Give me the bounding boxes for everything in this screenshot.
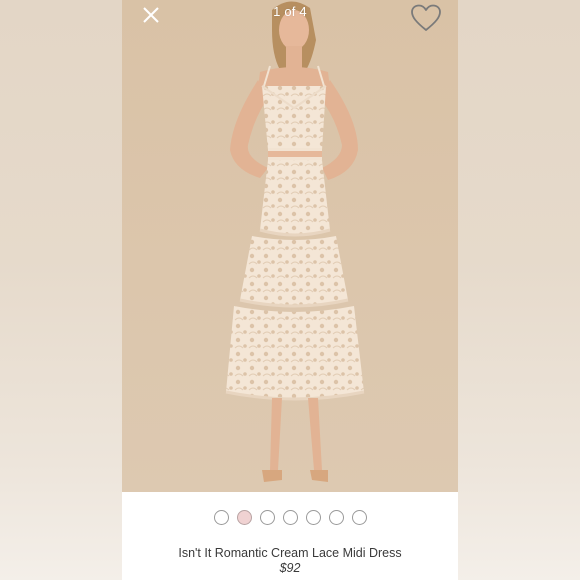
pagination-dot[interactable]	[351, 510, 367, 525]
blurred-background-right	[458, 0, 580, 580]
pagination-dot[interactable]	[282, 510, 298, 525]
product-price: $92	[279, 561, 301, 575]
product-title: Isn't It Romantic Cream Lace Midi Dress	[178, 546, 402, 560]
blurred-background-left	[0, 0, 122, 580]
product-image-viewer: 1 of 4 Isn't It Romantic Cream Lace Midi…	[122, 0, 458, 580]
pagination-dot[interactable]	[328, 510, 344, 525]
product-photo[interactable]	[122, 0, 458, 492]
image-viewer-top-bar: 1 of 4	[122, 0, 458, 40]
favorite-button[interactable]	[408, 2, 444, 34]
image-pagination-dots	[122, 510, 458, 525]
pagination-dot[interactable]	[259, 510, 275, 525]
pagination-dot[interactable]	[213, 510, 229, 525]
pagination-dot-active[interactable]	[236, 510, 252, 525]
pagination-dot[interactable]	[305, 510, 321, 525]
heart-outline-icon	[411, 4, 441, 31]
model-dress-illustration	[225, 1, 365, 482]
